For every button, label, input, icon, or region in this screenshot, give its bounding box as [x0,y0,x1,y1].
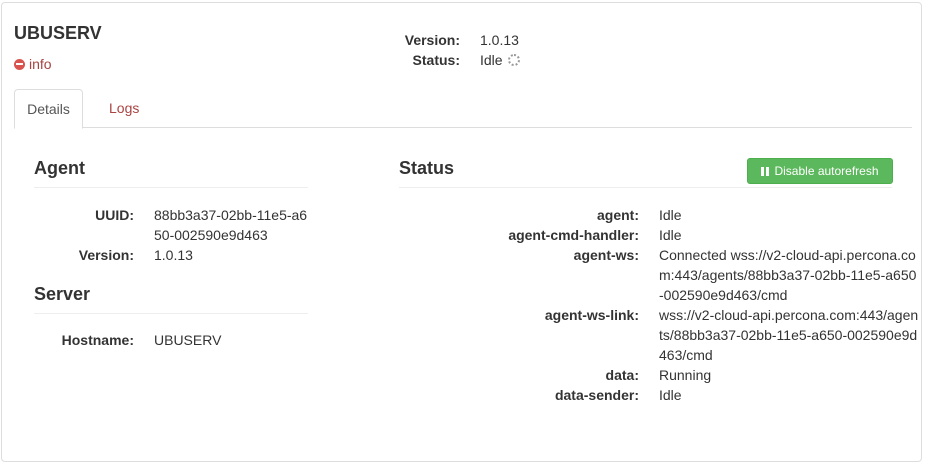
status-row: agent-ws-link: wss://v2-cloud-api.percon… [399,305,919,365]
agent-row-version: Version: 1.0.13 [34,245,309,265]
tab-logs[interactable]: Logs [97,89,151,128]
disable-autorefresh-label: Disable autorefresh [774,164,879,178]
agent-uuid-label: UUID: [95,207,134,223]
status-row: data-sender: Idle [399,385,919,405]
header-status-value: Idle [480,50,520,70]
server-hostname-value: UBUSERV [154,332,222,348]
status-agent-value: Idle [659,207,682,223]
server-details: Hostname: UBUSERV [34,330,309,350]
info-link[interactable]: info [14,56,52,72]
status-agent-ws-link-label: agent-ws-link: [544,307,639,323]
status-agent-ws-label: agent-ws: [573,247,639,263]
status-data-value: Running [659,367,712,383]
agent-section-title: Agent [34,158,308,188]
spinner-icon [507,54,520,66]
server-section-title: Server [34,284,308,314]
pause-icon [761,166,770,176]
server-row-hostname: Hostname: UBUSERV [34,330,309,350]
instance-panel: UBUSERV info Version: 1.0.13 Status: Idl… [1,2,922,462]
status-data-sender-label: data-sender: [554,387,639,403]
agent-details: UUID: 88bb3a37-02bb-11e5-a650-002590e9d4… [34,205,309,265]
status-details: agent: Idle agent-cmd-handler: Idle agen… [399,205,919,405]
agent-version-value: 1.0.13 [154,247,193,263]
agent-version-label: Version: [78,247,134,263]
status-row: agent-ws: Connected wss://v2-cloud-api.p… [399,245,919,305]
header-status-text: Idle [480,52,503,68]
header-status-label: Status: [412,52,460,68]
status-agent-label: agent: [597,207,639,223]
status-data-label: data: [605,367,639,383]
status-agent-cmd-handler-label: agent-cmd-handler: [508,227,639,243]
agent-row-uuid: UUID: 88bb3a37-02bb-11e5-a650-002590e9d4… [34,205,309,245]
header-version-label: Version: [404,32,460,48]
header-status-row: Status: Idle [382,50,682,70]
status-agent-cmd-handler-value: Idle [659,227,682,243]
status-data-sender-value: Idle [659,387,682,403]
header-version-value: 1.0.13 [480,32,519,48]
tab-details[interactable]: Details [14,89,83,129]
agent-uuid-value: 88bb3a37-02bb-11e5-a650-002590e9d463 [154,207,308,243]
status-row: agent-cmd-handler: Idle [399,225,919,245]
status-row: agent: Idle [399,205,919,225]
minus-circle-icon [14,58,25,70]
header-version-row: Version: 1.0.13 [382,30,682,50]
status-row: data: Running [399,365,919,385]
header-meta: Version: 1.0.13 Status: Idle [382,30,682,70]
page-title: UBUSERV [14,23,102,43]
tab-bar: Details Logs [14,89,912,129]
info-label: info [29,56,52,72]
status-agent-ws-link-value: wss://v2-cloud-api.percona.com:443/agent… [659,307,919,363]
status-agent-ws-value: Connected wss://v2-cloud-api.percona.com… [659,247,917,303]
server-hostname-label: Hostname: [61,332,134,348]
disable-autorefresh-button[interactable]: Disable autorefresh [747,158,893,184]
